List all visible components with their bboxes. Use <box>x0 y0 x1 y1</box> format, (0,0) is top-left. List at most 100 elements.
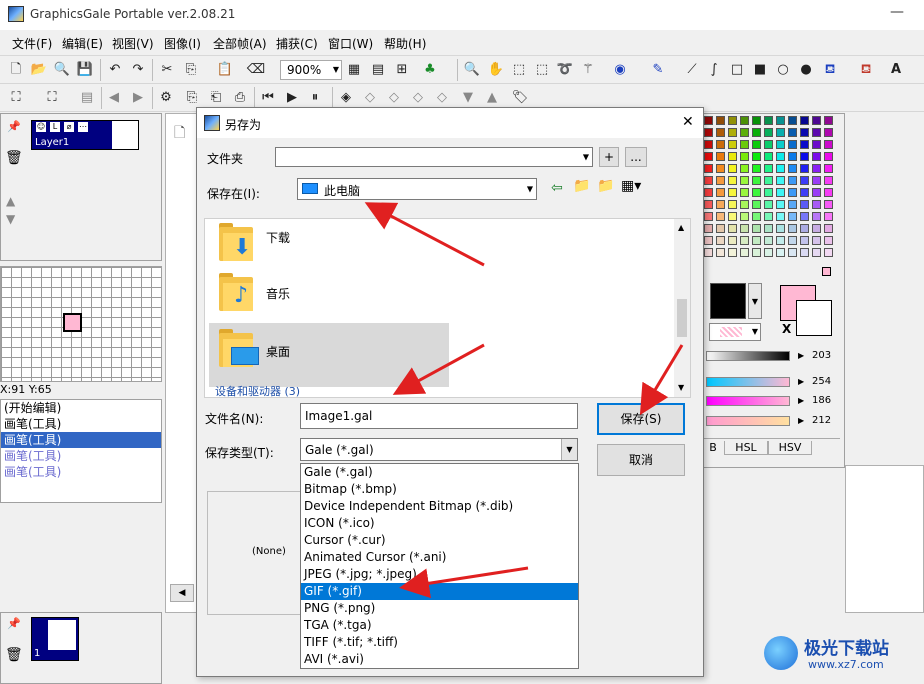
filetype-option[interactable]: PNG (*.png) <box>301 600 578 617</box>
palette-swatch[interactable] <box>704 224 713 233</box>
color-pick-icon[interactable]: ◉ <box>610 60 630 80</box>
palette-swatch[interactable] <box>764 128 773 137</box>
text-icon[interactable]: A <box>886 60 906 80</box>
palette-swatch[interactable] <box>716 212 725 221</box>
fg-color-box[interactable] <box>710 283 746 319</box>
palette-swatch[interactable] <box>728 164 737 173</box>
filetype-option[interactable]: Gale (*.gal) <box>301 464 578 481</box>
palette-swatch[interactable] <box>764 212 773 221</box>
palette-swatch[interactable] <box>788 224 797 233</box>
palette-swatch[interactable] <box>812 140 821 149</box>
filetype-option[interactable]: TIFF (*.tif; *.tiff) <box>301 634 578 651</box>
film-icon[interactable]: ▤ <box>77 88 97 108</box>
filled-rect-icon[interactable]: ■ <box>750 60 770 80</box>
palette-swatch[interactable] <box>716 164 725 173</box>
palette-swatch[interactable] <box>704 236 713 245</box>
view-menu-icon[interactable]: ▦▾ <box>621 178 641 194</box>
palette-swatch[interactable] <box>812 188 821 197</box>
dialog-close-button[interactable]: ✕ <box>682 114 694 130</box>
palette-swatch[interactable] <box>740 200 749 209</box>
palette-swatch[interactable] <box>716 140 725 149</box>
menu-view[interactable]: 视图(V) <box>112 35 154 52</box>
palette-swatch[interactable] <box>824 140 833 149</box>
slider-green[interactable] <box>706 396 790 406</box>
tag-icon[interactable]: 🏷 <box>510 88 530 108</box>
filetype-option[interactable]: Cursor (*.cur) <box>301 532 578 549</box>
palette-swatch[interactable] <box>704 188 713 197</box>
palette-swatch[interactable] <box>788 200 797 209</box>
magnifier-icon[interactable]: 🔍 <box>462 60 482 80</box>
palette-swatch[interactable] <box>764 140 773 149</box>
palette-swatch[interactable] <box>728 128 737 137</box>
down-icon[interactable]: ▼ <box>458 88 478 108</box>
redo-icon[interactable]: ↷ <box>128 60 148 80</box>
palette-swatch[interactable] <box>740 188 749 197</box>
list-item-downloads[interactable]: 下载 <box>266 229 290 246</box>
palette-swatch[interactable] <box>716 248 725 257</box>
palette-swatch[interactable] <box>812 116 821 125</box>
history-item[interactable]: 画笔(工具) <box>1 416 161 432</box>
filename-input[interactable]: Image1.gal <box>300 403 578 429</box>
effect-icon[interactable]: ♣ <box>420 60 440 80</box>
palette-swatch[interactable] <box>788 236 797 245</box>
palette-swatch[interactable] <box>764 164 773 173</box>
palette-swatch[interactable] <box>752 224 761 233</box>
up-folder-icon[interactable]: 📁 <box>573 178 590 194</box>
magic-wand-icon[interactable]: ⚚ <box>578 60 598 80</box>
palette-swatch[interactable] <box>740 164 749 173</box>
grid-icon[interactable]: ▦ <box>344 60 364 80</box>
onion3-icon[interactable]: ◇ <box>384 88 404 108</box>
swap-box[interactable] <box>796 300 832 336</box>
palette-swatch[interactable] <box>788 152 797 161</box>
save-button[interactable]: 保存(S) <box>597 403 685 435</box>
menu-edit[interactable]: 编辑(E) <box>62 35 103 52</box>
filetype-option[interactable]: Animated Cursor (*.ani) <box>301 549 578 566</box>
palette-swatch[interactable] <box>752 236 761 245</box>
filetype-option[interactable]: Device Independent Bitmap (*.dib) <box>301 498 578 515</box>
palette-swatch[interactable] <box>728 176 737 185</box>
filetype-option[interactable]: TGA (*.tga) <box>301 617 578 634</box>
layer-row[interactable]: Layer1 ☺ L ⌀ ⋯ <box>31 120 139 150</box>
palette-swatch[interactable] <box>776 176 785 185</box>
prev-icon[interactable]: ◀ <box>104 88 124 108</box>
pattern-select[interactable]: ▼ <box>709 323 761 341</box>
palette-swatch[interactable] <box>752 128 761 137</box>
menu-window[interactable]: 窗口(W) <box>328 35 373 52</box>
up-icon[interactable]: ▲ <box>482 88 502 108</box>
tab-hsv[interactable]: HSV <box>768 441 812 455</box>
rect-select-icon[interactable]: ⬚ <box>509 60 529 80</box>
new-folder-icon[interactable]: 📁 <box>597 178 614 194</box>
palette-swatch[interactable] <box>812 128 821 137</box>
palette-swatch[interactable] <box>776 248 785 257</box>
palette-swatch[interactable] <box>776 188 785 197</box>
selection-grid-icon[interactable]: ⊞ <box>392 60 412 80</box>
palette-swatch[interactable] <box>824 236 833 245</box>
palette-swatch[interactable] <box>704 200 713 209</box>
palette-swatch[interactable] <box>740 236 749 245</box>
palette-swatch[interactable] <box>764 116 773 125</box>
palette-swatch[interactable] <box>740 116 749 125</box>
cancel-button[interactable]: 取消 <box>597 444 685 476</box>
file-list[interactable]: ⬇ 下载 ♪ 音乐 桌面 设备和驱动器 (3) ▲ ▼ <box>204 218 691 398</box>
frame-trash-icon[interactable]: 🗑 <box>5 647 23 663</box>
palette-swatch[interactable] <box>776 212 785 221</box>
curve-icon[interactable]: ∫ <box>704 60 724 80</box>
palette-swatch[interactable] <box>800 212 809 221</box>
menu-image[interactable]: 图像(I) <box>164 35 201 52</box>
zoom-search-icon[interactable]: 🔍 <box>52 60 72 80</box>
scroll-left-icon[interactable]: ◀ <box>170 584 194 602</box>
select-icon[interactable]: ⬚ <box>532 60 552 80</box>
palette-swatch[interactable] <box>764 200 773 209</box>
palette-grid[interactable] <box>704 116 840 266</box>
palette-swatch[interactable] <box>740 248 749 257</box>
clear-icon[interactable]: ⌫ <box>246 60 266 80</box>
history-item[interactable]: (开始编辑) <box>1 400 161 416</box>
filled-ellipse-icon[interactable]: ● <box>796 60 816 80</box>
palette-swatch[interactable] <box>704 176 713 185</box>
palette-swatch[interactable] <box>800 164 809 173</box>
palette-swatch[interactable] <box>788 164 797 173</box>
palette-swatch[interactable] <box>704 152 713 161</box>
filetype-option[interactable]: JPEG (*.jpg; *.jpeg) <box>301 566 578 583</box>
palette-swatch[interactable] <box>812 176 821 185</box>
palette-swatch[interactable] <box>728 116 737 125</box>
